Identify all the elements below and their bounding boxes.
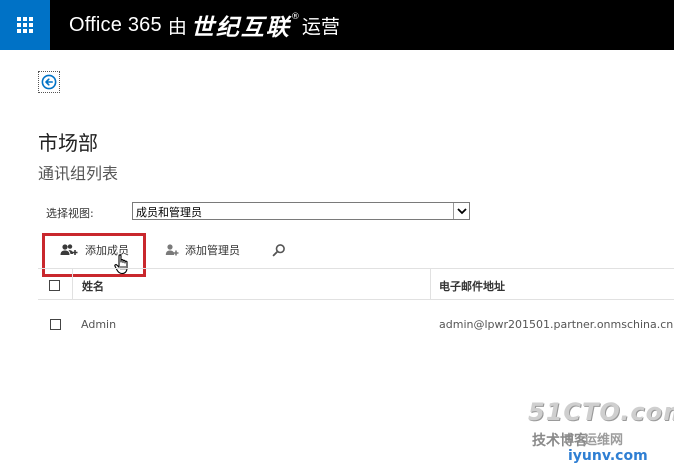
brand-partner-name: 世纪互联 <box>190 15 291 41</box>
registered-mark: ® <box>290 12 300 22</box>
select-all-checkbox[interactable] <box>49 280 60 291</box>
back-button[interactable] <box>38 71 60 93</box>
column-header-email[interactable]: 电子邮件地址 <box>439 278 505 294</box>
brand-logo[interactable]: Office 365 由 世纪互联 ® 运营 <box>69 0 340 50</box>
waffle-grid-icon <box>17 17 33 33</box>
page-title: 市场部 <box>38 131 98 155</box>
app-launcher-button[interactable] <box>0 0 50 50</box>
column-header-name[interactable]: 姓名 <box>82 278 104 294</box>
brand-product-name: Office 365 <box>69 13 162 36</box>
chevron-down-icon[interactable] <box>453 203 469 219</box>
watermark-url: iyunv.com <box>568 448 648 464</box>
top-bar: Office 365 由 世纪互联 ® 运营 <box>0 0 674 50</box>
arrow-left-circle-icon <box>41 74 57 90</box>
search-button[interactable] <box>272 240 286 260</box>
table-row[interactable]: Admin admin@lpwr201501.partner.onmschina… <box>38 309 674 339</box>
brand-by-text: 由 <box>167 15 187 38</box>
search-icon <box>272 244 285 257</box>
brand-operated-text: 运营 <box>301 15 340 38</box>
table-header: 姓名 电子邮件地址 <box>38 268 674 300</box>
page-subtitle: 通讯组列表 <box>38 164 119 183</box>
add-admin-label: 添加管理员 <box>185 244 240 257</box>
row-checkbox[interactable] <box>50 319 61 330</box>
view-select-value: 成员和管理员 <box>136 206 202 219</box>
column-divider <box>72 269 73 299</box>
watermark-sub: 技术博客 <box>532 433 588 449</box>
member-name: Admin <box>81 318 117 331</box>
column-divider <box>430 269 431 299</box>
add-person-icon <box>165 244 179 256</box>
view-select-label: 选择视图: <box>46 207 94 220</box>
watermark-main: 51CTO.com <box>528 398 674 426</box>
add-people-icon <box>60 244 78 255</box>
watermark-sub-2: 运维网 <box>584 433 624 448</box>
add-admin-button[interactable]: 添加管理员 <box>165 240 240 260</box>
watermark: 51CTO.com 技术博客 运维网 iyunv.com <box>528 398 674 468</box>
view-select-dropdown[interactable]: 成员和管理员 <box>132 202 470 220</box>
member-email: admin@lpwr201501.partner.onmschina.cn <box>439 318 674 331</box>
